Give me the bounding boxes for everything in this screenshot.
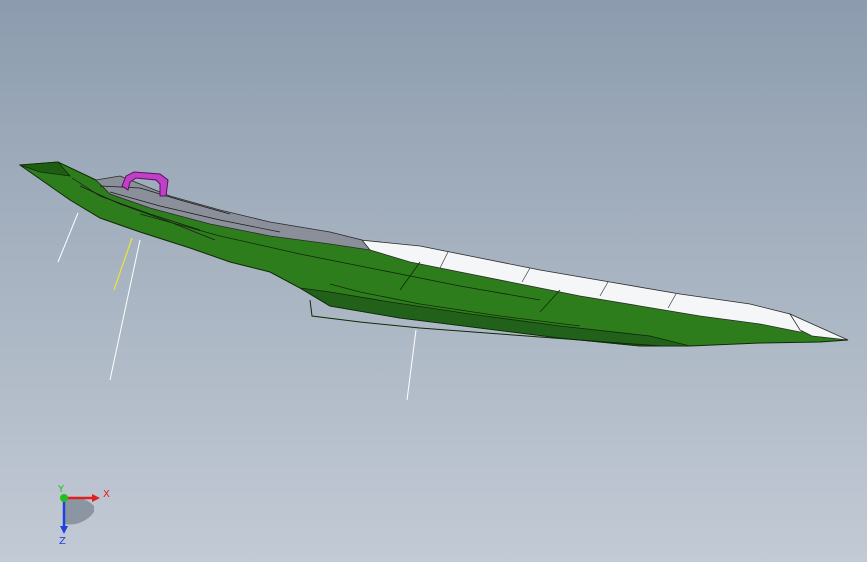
model-canvas[interactable] bbox=[0, 0, 867, 562]
x-axis-label: X bbox=[103, 489, 110, 500]
leader-line-4 bbox=[406, 329, 417, 401]
y-axis-label: Y bbox=[57, 484, 65, 495]
leader-line-2 bbox=[113, 237, 133, 291]
leader-line-3 bbox=[109, 239, 141, 381]
graphics-viewport[interactable]: X Y Z bbox=[0, 0, 867, 562]
y-axis-point bbox=[60, 494, 68, 502]
triad-shadow bbox=[64, 496, 94, 525]
coordinate-triad: X Y Z bbox=[57, 484, 110, 547]
hull-model[interactable] bbox=[18, 161, 849, 347]
z-axis-label: Z bbox=[59, 536, 66, 547]
leader-line-1 bbox=[57, 212, 79, 263]
